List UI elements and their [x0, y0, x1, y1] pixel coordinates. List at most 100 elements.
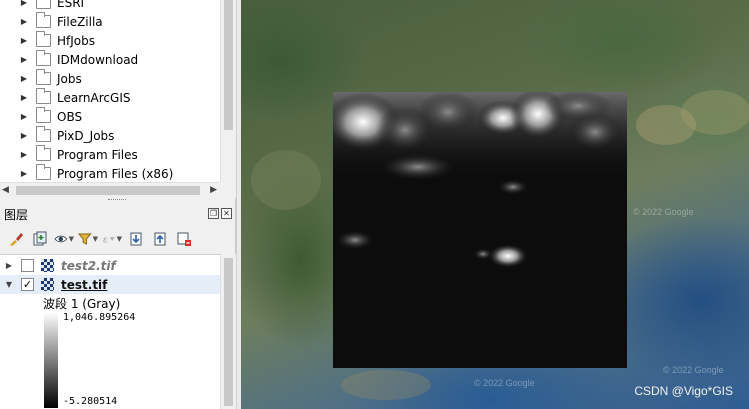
- expand-arrow-icon[interactable]: ▶: [19, 131, 29, 140]
- scrollbar-thumb[interactable]: [224, 258, 233, 406]
- browser-vertical-scrollbar[interactable]: [220, 0, 236, 182]
- csdn-watermark: CSDN @Vigo*GIS: [634, 384, 733, 398]
- style-layer-button[interactable]: [6, 229, 26, 249]
- layers-toolbar: ▼ ▼ ε ▼: [0, 226, 236, 252]
- layers-panel-header: 图层 ❐ ✕: [0, 204, 236, 224]
- expand-arrow-icon[interactable]: ▶: [19, 93, 29, 102]
- expand-all-button[interactable]: [126, 229, 146, 249]
- chevron-down-icon: ▼: [92, 235, 98, 243]
- folder-icon: [36, 31, 51, 47]
- layer-visibility-checkbox[interactable]: [21, 259, 34, 272]
- browser-item-program-files[interactable]: ▶ Program Files: [0, 145, 220, 164]
- ramp-min-value: -5.280514: [63, 396, 118, 407]
- browser-item-hfjobs[interactable]: ▶ HfJobs: [0, 31, 220, 50]
- add-group-icon: [33, 231, 47, 246]
- layers-panel-title: 图层: [4, 207, 29, 222]
- layer-visibility-checkbox[interactable]: ✓: [21, 278, 34, 291]
- chevron-down-icon: ▼: [68, 235, 74, 243]
- browser-item-obs[interactable]: ▶ OBS: [0, 107, 220, 126]
- raster-layer-icon: [41, 259, 54, 272]
- browser-item-learnarcgis[interactable]: ▶ LearnArcGIS: [0, 88, 220, 107]
- manage-map-themes-button[interactable]: ▼: [54, 229, 74, 249]
- browser-item-label: Jobs: [57, 71, 82, 86]
- layer-name: test.tif: [61, 277, 108, 292]
- gray-color-ramp: [44, 312, 58, 408]
- expand-arrow-icon[interactable]: ▶: [19, 74, 29, 83]
- ramp-max-value: 1,046.895264: [63, 312, 136, 323]
- raster-layer-icon: [41, 278, 54, 291]
- layer-row-test[interactable]: ▼ ✓ test.tif: [0, 275, 220, 294]
- filter-legend-button[interactable]: ▼: [78, 229, 98, 249]
- expand-arrow-icon[interactable]: ▶: [19, 112, 29, 121]
- folder-icon: [36, 107, 51, 123]
- close-panel-icon[interactable]: ✕: [221, 208, 232, 219]
- browser-item-program-files-x86[interactable]: ▶ Program Files (x86): [0, 164, 220, 181]
- expand-all-icon: [130, 232, 142, 246]
- browser-item-label: PixD_Jobs: [57, 128, 115, 143]
- google-credit: © 2022 Google: [474, 378, 535, 388]
- float-panel-icon[interactable]: ❐: [208, 208, 219, 219]
- folder-icon: [36, 12, 51, 28]
- folder-icon: [36, 0, 51, 9]
- layers-vertical-scrollbar[interactable]: [220, 254, 236, 409]
- layer-row-test2[interactable]: ▶ test2.tif: [0, 256, 220, 275]
- collapse-all-icon: [154, 232, 166, 246]
- expand-arrow-icon[interactable]: ▶: [19, 169, 29, 178]
- folder-icon: [36, 69, 51, 85]
- coastline-patch: [681, 90, 749, 135]
- layer-name: test2.tif: [61, 258, 116, 273]
- browser-item-jobs[interactable]: ▶ Jobs: [0, 69, 220, 88]
- scrollbar-corner: [220, 182, 236, 198]
- folder-icon: [36, 88, 51, 104]
- terrain-patch: [251, 150, 321, 210]
- browser-item-label: Program Files: [57, 147, 138, 162]
- collapse-all-button[interactable]: [150, 229, 170, 249]
- browser-tree: ▶ ESRI ▶ FileZilla ▶ HfJobs ▶ IDMdownload ▶ J…: [0, 0, 220, 181]
- add-group-button[interactable]: [30, 229, 50, 249]
- band-label: 波段 1 (Gray): [43, 297, 121, 311]
- browser-item-label: Program Files (x86): [57, 166, 174, 181]
- google-credit: © 2022 Google: [663, 365, 724, 375]
- browser-item-esri[interactable]: ▶ ESRI: [0, 0, 220, 12]
- browser-horizontal-scrollbar[interactable]: ◀ ▶: [0, 182, 220, 198]
- collapse-arrow-icon[interactable]: ▼: [4, 280, 14, 289]
- browser-item-label: IDMdownload: [57, 52, 139, 67]
- paintbrush-icon: [10, 233, 23, 246]
- folder-icon: [36, 164, 51, 180]
- folder-icon: [36, 145, 51, 161]
- expand-arrow-icon[interactable]: ▶: [19, 0, 29, 7]
- browser-item-idmdownload[interactable]: ▶ IDMdownload: [0, 50, 220, 69]
- scroll-right-icon[interactable]: ▶: [210, 185, 217, 195]
- terrain-patch: [341, 370, 431, 400]
- splitter-grip-icon: [108, 199, 126, 201]
- scrollbar-thumb[interactable]: [16, 186, 200, 195]
- folder-icon: [36, 126, 51, 142]
- browser-item-pixd-jobs[interactable]: ▶ PixD_Jobs: [0, 126, 220, 145]
- expand-arrow-icon[interactable]: ▶: [19, 36, 29, 45]
- dem-raster: [333, 92, 627, 368]
- folder-icon: [36, 50, 51, 66]
- eye-icon: [54, 235, 68, 243]
- expression-icon: ε: [103, 234, 115, 245]
- expand-arrow-icon[interactable]: ▶: [19, 17, 29, 26]
- expand-arrow-icon[interactable]: ▶: [19, 55, 29, 64]
- filter-icon: [78, 233, 92, 245]
- browser-item-label: HfJobs: [57, 33, 95, 48]
- chevron-down-icon: ▼: [116, 235, 122, 243]
- scrollbar-thumb[interactable]: [224, 0, 233, 130]
- filter-expression-button[interactable]: ε ▼: [102, 229, 122, 249]
- left-dock: ▶ ESRI ▶ FileZilla ▶ HfJobs ▶ IDMdownload ▶ J…: [0, 0, 236, 409]
- browser-item-label: LearnArcGIS: [57, 90, 131, 105]
- layers-tree: ▶ test2.tif ▼ ✓ test.tif 波段 1 (Gray) 1,0…: [0, 254, 220, 409]
- google-credit: © 2022 Google: [633, 207, 694, 217]
- scroll-left-icon[interactable]: ◀: [2, 185, 9, 195]
- expand-arrow-icon[interactable]: ▶: [4, 261, 14, 270]
- dem-raster-shading: [333, 92, 627, 268]
- browser-item-label: ESRI: [57, 0, 85, 10]
- svg-text:ε: ε: [103, 234, 108, 245]
- expand-arrow-icon[interactable]: ▶: [19, 150, 29, 159]
- browser-item-filezilla[interactable]: ▶ FileZilla: [0, 12, 220, 31]
- map-canvas[interactable]: © 2022 Google © 2022 Google © 2022 Googl…: [241, 0, 749, 409]
- remove-layer-icon: [177, 232, 191, 246]
- remove-layer-button[interactable]: [174, 229, 194, 249]
